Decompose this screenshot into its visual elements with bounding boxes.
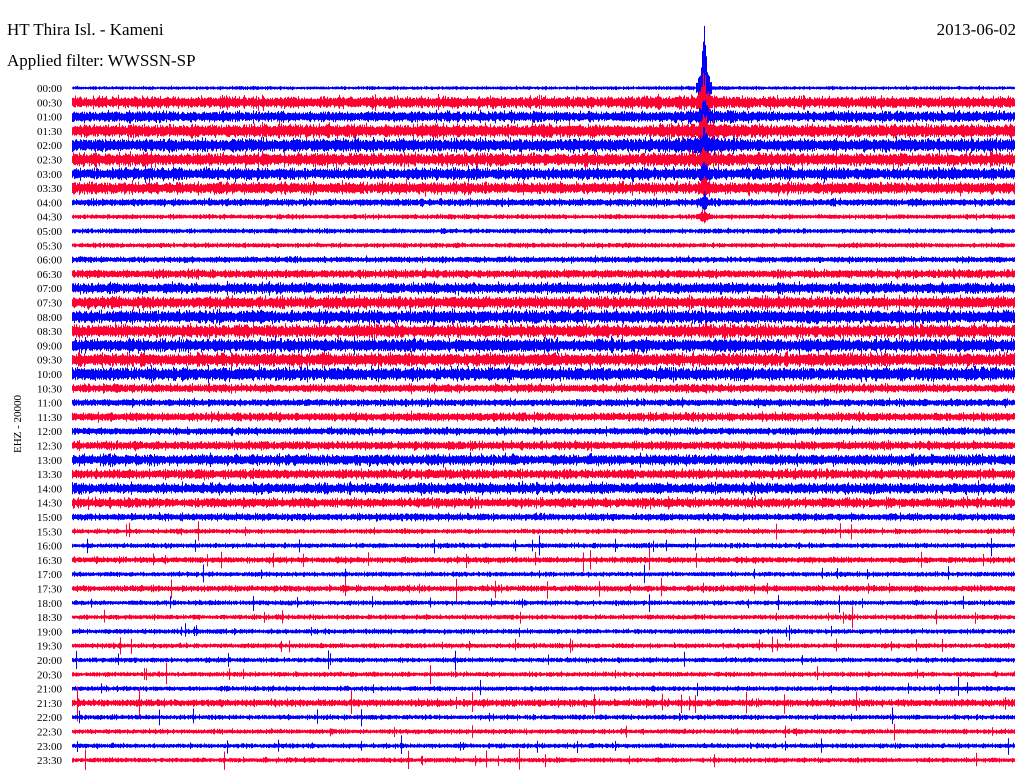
trace-2100 bbox=[72, 677, 1015, 697]
time-label: 03:00 bbox=[37, 169, 63, 181]
trace-2330 bbox=[72, 748, 1015, 770]
trace-1330 bbox=[72, 467, 1015, 481]
trace-1630 bbox=[72, 548, 1015, 572]
trace-1200 bbox=[72, 425, 1015, 437]
time-label: 20:00 bbox=[37, 655, 63, 667]
trace-1500 bbox=[72, 512, 1015, 522]
trace-0400 bbox=[72, 191, 1015, 213]
trace-1430 bbox=[72, 495, 1015, 510]
time-label: 07:00 bbox=[37, 283, 63, 295]
time-label: 08:30 bbox=[37, 326, 63, 338]
time-label: 05:30 bbox=[37, 240, 63, 252]
trace-0600 bbox=[72, 255, 1015, 264]
time-label: 01:00 bbox=[37, 112, 63, 124]
time-label: 14:30 bbox=[37, 498, 63, 510]
trace-0900 bbox=[72, 335, 1015, 355]
time-label: 09:00 bbox=[37, 340, 63, 352]
trace-2300 bbox=[72, 735, 1015, 755]
trace-2030 bbox=[72, 662, 1015, 685]
time-label: 06:00 bbox=[37, 255, 63, 267]
trace-1730 bbox=[72, 577, 1015, 602]
time-label: 10:00 bbox=[37, 369, 63, 381]
time-label: 00:00 bbox=[37, 83, 63, 95]
trace-1600 bbox=[72, 535, 1015, 557]
trace-0630 bbox=[72, 267, 1015, 280]
time-label: 11:00 bbox=[37, 398, 62, 410]
time-label: 21:30 bbox=[37, 698, 63, 710]
trace-1030 bbox=[72, 382, 1015, 395]
time-label: 16:00 bbox=[37, 541, 63, 553]
trace-0430 bbox=[72, 209, 1015, 224]
trace-2200 bbox=[72, 707, 1015, 727]
trace-1130 bbox=[72, 410, 1015, 423]
time-label: 13:00 bbox=[37, 455, 63, 467]
time-label: 02:00 bbox=[37, 140, 63, 152]
trace-0930 bbox=[72, 350, 1015, 369]
time-label: 19:00 bbox=[37, 626, 63, 638]
trace-0730 bbox=[72, 294, 1015, 311]
time-label: 05:00 bbox=[37, 226, 63, 238]
time-label: 18:00 bbox=[37, 598, 63, 610]
time-label: 22:00 bbox=[37, 712, 63, 724]
trace-1000 bbox=[72, 364, 1015, 384]
trace-1830 bbox=[72, 606, 1015, 629]
time-label: 19:30 bbox=[37, 641, 63, 653]
trace-1300 bbox=[72, 452, 1015, 468]
time-label: 16:30 bbox=[37, 555, 63, 567]
trace-2230 bbox=[72, 723, 1015, 741]
time-label: 03:30 bbox=[37, 183, 63, 195]
time-label: 08:00 bbox=[37, 312, 63, 324]
trace-0700 bbox=[72, 280, 1015, 296]
time-label: 01:30 bbox=[37, 126, 63, 138]
time-label: 20:30 bbox=[37, 669, 63, 681]
time-label: 15:00 bbox=[37, 512, 63, 524]
time-label: 12:30 bbox=[37, 441, 63, 453]
time-label: 15:30 bbox=[37, 526, 63, 538]
time-label: 23:30 bbox=[37, 755, 63, 767]
trace-1530 bbox=[72, 521, 1015, 541]
trace-1100 bbox=[72, 397, 1015, 409]
trace-1230 bbox=[72, 439, 1015, 452]
time-label: 14:00 bbox=[37, 483, 63, 495]
time-label: 09:30 bbox=[37, 355, 63, 367]
time-label: 17:30 bbox=[37, 584, 63, 596]
time-label: 00:30 bbox=[37, 97, 63, 109]
time-label: 13:30 bbox=[37, 469, 63, 481]
time-label: 12:00 bbox=[37, 426, 63, 438]
time-label: 11:30 bbox=[37, 412, 62, 424]
time-label: 10:30 bbox=[37, 383, 63, 395]
time-label: 04:00 bbox=[37, 197, 63, 209]
time-label: 23:00 bbox=[37, 741, 63, 753]
time-label: 18:30 bbox=[37, 612, 63, 624]
time-label: 02:30 bbox=[37, 155, 63, 167]
trace-1900 bbox=[72, 623, 1015, 641]
trace-1930 bbox=[72, 636, 1015, 655]
time-label: 17:00 bbox=[37, 569, 63, 581]
trace-0830 bbox=[72, 322, 1015, 340]
trace-0230 bbox=[72, 147, 1015, 171]
trace-0800 bbox=[72, 307, 1015, 326]
time-label: 21:00 bbox=[37, 684, 63, 696]
helicorder-plot: 00:00 00:30 01:00 01:30 02:00 02:30 03:00 03:30… bbox=[37, 25, 1015, 770]
trace-0500 bbox=[72, 227, 1015, 235]
trace-1400 bbox=[72, 480, 1015, 496]
time-label: 07:30 bbox=[37, 298, 63, 310]
time-label: 06:30 bbox=[37, 269, 63, 281]
time-label: 22:30 bbox=[37, 727, 63, 739]
trace-0530 bbox=[72, 242, 1015, 249]
trace-0330 bbox=[72, 176, 1015, 201]
trace-1800 bbox=[72, 594, 1015, 613]
trace-2000 bbox=[72, 650, 1015, 671]
trace-1700 bbox=[72, 564, 1015, 584]
time-label: 04:30 bbox=[37, 212, 63, 224]
